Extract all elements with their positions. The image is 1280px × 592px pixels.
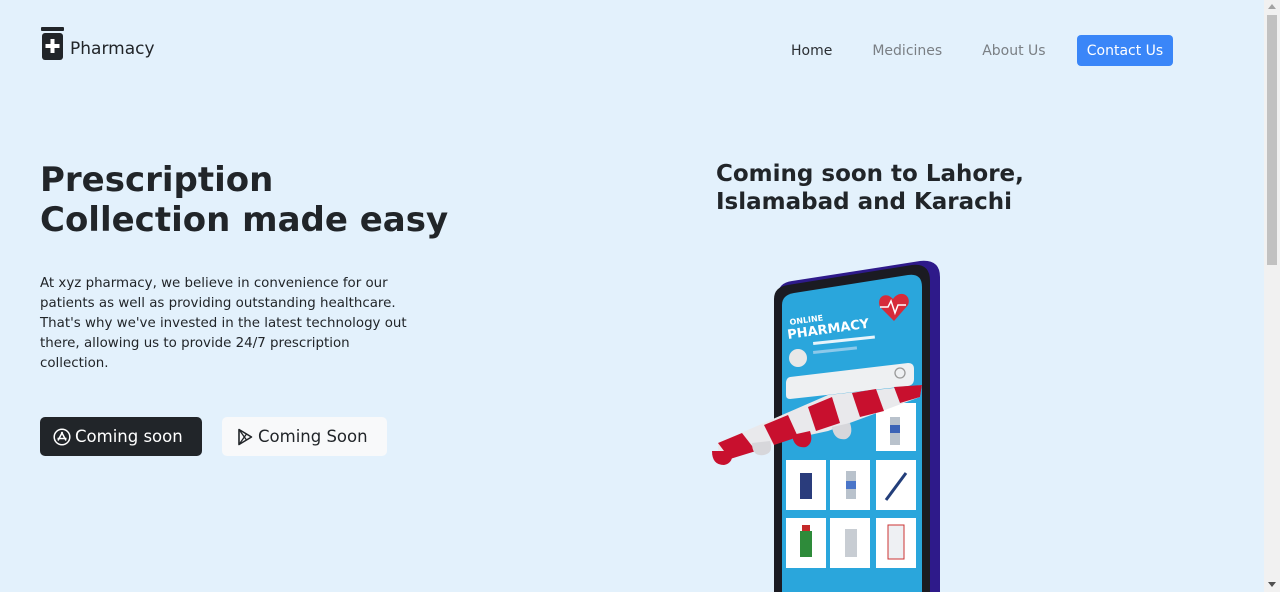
brand-link[interactable]: Pharmacy <box>40 27 155 61</box>
app-store-icon <box>53 427 71 446</box>
page: Pharmacy Home Medicines About Us Contact… <box>0 0 1264 592</box>
nav-medicines[interactable]: Medicines <box>872 43 942 59</box>
scroll-down-arrow-icon[interactable] <box>1268 582 1276 587</box>
brand-name: Pharmacy <box>70 39 155 59</box>
main-nav: Home Medicines About Us <box>791 35 1086 66</box>
coming-soon-title: Coming soon to Lahore, Islamabad and Kar… <box>716 161 1024 215</box>
scrollbar-thumb[interactable] <box>1267 15 1277 265</box>
play-store-icon <box>238 428 253 445</box>
scroll-up-arrow-icon[interactable] <box>1268 4 1276 9</box>
play-store-button[interactable]: Coming Soon <box>222 417 387 456</box>
app-store-button[interactable]: Coming soon <box>40 417 202 456</box>
nav-home[interactable]: Home <box>791 43 832 59</box>
vertical-scrollbar[interactable] <box>1264 0 1280 592</box>
medicine-bottle-icon <box>41 27 64 60</box>
hero-title: Prescription Collection made easy <box>40 160 449 240</box>
hero-description: At xyz pharmacy, we believe in convenien… <box>40 276 407 371</box>
play-store-label: Coming Soon <box>258 427 368 446</box>
contact-us-button[interactable]: Contact Us <box>1077 35 1173 66</box>
online-pharmacy-illustration: ONLINE PHARMACY <box>712 260 940 592</box>
nav-about-us[interactable]: About Us <box>982 43 1045 59</box>
app-store-label: Coming soon <box>75 427 183 446</box>
